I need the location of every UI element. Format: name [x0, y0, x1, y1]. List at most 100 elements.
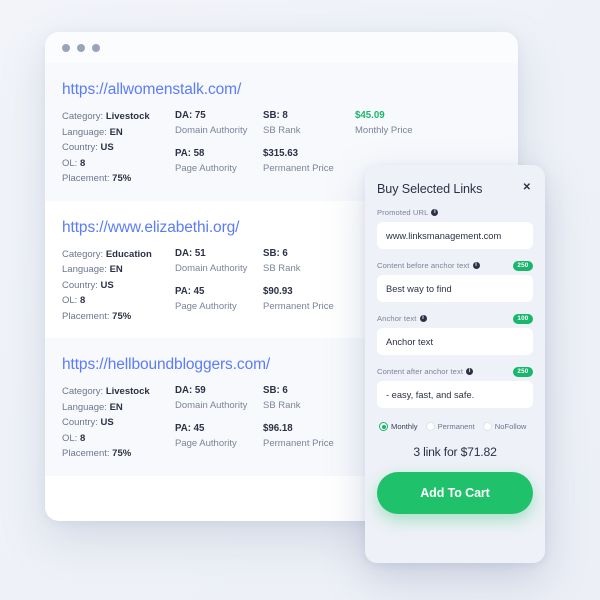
radio-option-monthly[interactable]: Monthly	[379, 422, 418, 431]
field-head: Content before anchor text i 250	[377, 260, 533, 271]
radio-label: Permanent	[437, 422, 475, 431]
link-type-radio-group: Monthly Permanent NoFollow	[377, 422, 533, 431]
meta-country: Country: US	[62, 415, 175, 431]
window-dot-maximize-icon[interactable]	[92, 43, 100, 52]
meta-ol-label: OL:	[62, 432, 78, 444]
anchor-text-input[interactable]	[377, 328, 533, 355]
window-dot-close-icon[interactable]	[62, 43, 70, 52]
meta-country-value: US	[100, 142, 114, 153]
meta-country-label: Country:	[62, 279, 98, 291]
info-icon[interactable]: i	[466, 368, 474, 375]
meta-placement-label: Placement:	[62, 448, 110, 459]
link-url[interactable]: https://allwomenstalk.com/	[45, 81, 518, 99]
permanent-price-value: $315.63	[263, 148, 299, 159]
link-meta-column: Category: Education Language: EN Country…	[62, 247, 175, 325]
radio-option-permanent[interactable]: Permanent	[425, 422, 475, 431]
meta-category-label: Category:	[62, 111, 104, 122]
field-head: Anchor text i 100	[377, 313, 533, 324]
radio-dot-icon[interactable]	[482, 422, 492, 431]
add-to-cart-button[interactable]: Add To Cart	[377, 472, 533, 514]
info-icon[interactable]: i	[472, 262, 480, 269]
meta-country-label: Country:	[62, 142, 98, 153]
meta-category-value: Livestock	[105, 386, 150, 397]
pa-label: Page Authority	[175, 438, 237, 449]
meta-ol-value: 8	[79, 432, 86, 444]
pa-value: PA: 58	[175, 148, 205, 159]
meta-category-label: Category:	[62, 386, 104, 397]
link-meta-column: Category: Livestock Language: EN Country…	[62, 384, 175, 462]
field-head: Promoted URL i	[377, 207, 533, 218]
da-value: DA: 51	[175, 247, 206, 259]
link-authority-column: DA: 59 Domain Authority PA: 45 Page Auth…	[175, 384, 263, 462]
meta-language-label: Language:	[62, 126, 107, 138]
meta-ol: OL: 8	[62, 156, 175, 172]
radio-label: Monthly	[391, 422, 418, 431]
meta-category-value: Livestock	[105, 111, 150, 122]
sb-value: SB: 6	[263, 385, 288, 396]
radio-dot-icon[interactable]	[379, 422, 388, 431]
window-dot-minimize-icon[interactable]	[77, 43, 85, 52]
pa-value: PA: 45	[175, 423, 205, 434]
meta-placement: Placement: 75%	[62, 171, 175, 187]
link-meta-column: Category: Livestock Language: EN Country…	[62, 109, 175, 187]
meta-ol-label: OL:	[62, 157, 78, 169]
da-label: Domain Authority	[175, 400, 248, 411]
meta-ol: OL: 8	[62, 293, 175, 309]
close-icon[interactable]: ✕	[521, 182, 533, 194]
link-rank-column: SB: 8 SB Rank $315.63 Permanent Price	[263, 109, 355, 187]
sb-value: SB: 8	[263, 110, 288, 121]
meta-category-label: Category:	[62, 248, 104, 260]
sb-value: SB: 6	[263, 247, 288, 259]
meta-placement-value: 75%	[112, 448, 132, 459]
info-icon[interactable]: i	[431, 209, 439, 216]
meta-language: Language: EN	[62, 400, 175, 416]
meta-ol-label: OL:	[62, 295, 78, 306]
meta-placement-label: Placement:	[62, 310, 110, 322]
meta-ol: OL: 8	[62, 431, 175, 447]
content-after-anchor-input[interactable]	[377, 381, 533, 408]
field-content-after-anchor: Content after anchor text i 250	[377, 366, 533, 408]
char-count-badge: 250	[512, 260, 533, 271]
sb-label: SB Rank	[263, 400, 301, 411]
field-label: Anchor text	[377, 314, 417, 323]
meta-category-value: Education	[105, 248, 152, 260]
meta-placement-label: Placement:	[62, 173, 110, 184]
field-head: Content after anchor text i 250	[377, 366, 533, 377]
field-label-wrap: Anchor text i	[377, 314, 427, 323]
meta-country-label: Country:	[62, 417, 98, 428]
link-authority-column: DA: 51 Domain Authority PA: 45 Page Auth…	[175, 247, 263, 325]
meta-placement: Placement: 75%	[62, 309, 175, 325]
meta-language: Language: EN	[62, 125, 175, 141]
field-label: Promoted URL	[377, 208, 429, 217]
promoted-url-input[interactable]	[377, 222, 533, 249]
meta-country-value: US	[100, 417, 114, 428]
meta-language-value: EN	[109, 126, 123, 138]
pa-label: Page Authority	[175, 163, 237, 174]
field-label-wrap: Content before anchor text i	[377, 261, 480, 270]
da-value: DA: 59	[175, 385, 206, 396]
sb-label: SB Rank	[263, 262, 301, 274]
info-icon[interactable]: i	[419, 315, 427, 322]
field-label-wrap: Promoted URL i	[377, 208, 439, 217]
field-label: Content after anchor text	[377, 367, 464, 376]
da-label: Domain Authority	[175, 262, 248, 274]
char-count-badge: 250	[512, 366, 533, 377]
modal-title: Buy Selected Links	[377, 182, 483, 196]
radio-option-nofollow[interactable]: NoFollow	[482, 422, 527, 431]
radio-dot-icon[interactable]	[425, 422, 435, 431]
field-label: Content before anchor text	[377, 261, 470, 270]
field-promoted-url: Promoted URL i	[377, 207, 533, 249]
content-before-anchor-input[interactable]	[377, 275, 533, 302]
meta-country: Country: US	[62, 278, 175, 294]
meta-language-label: Language:	[62, 401, 107, 413]
radio-label: NoFollow	[494, 422, 527, 431]
monthly-price-value: $45.09	[355, 110, 385, 121]
meta-ol-value: 8	[79, 157, 86, 169]
meta-placement-value: 75%	[112, 310, 132, 322]
char-count-badge: 100	[512, 313, 533, 324]
meta-language-value: EN	[109, 264, 123, 275]
window-titlebar	[45, 32, 518, 63]
meta-ol-value: 8	[79, 295, 86, 306]
buy-selected-links-modal: Buy Selected Links ✕ Promoted URL i Cont…	[365, 165, 545, 563]
field-anchor-text: Anchor text i 100	[377, 313, 533, 355]
